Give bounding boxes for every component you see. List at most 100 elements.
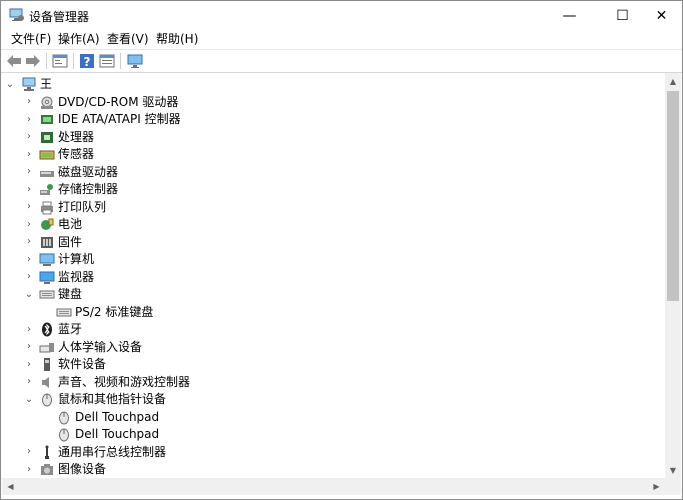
vertical-scrollbar[interactable]: ▲ ▼ — [665, 73, 681, 478]
computer-root-icon — [22, 77, 36, 91]
expand-chevron-icon[interactable]: › — [23, 341, 35, 353]
minimize-button[interactable]: — — [547, 1, 592, 31]
sensor-icon — [39, 150, 55, 160]
speaker-icon — [42, 376, 49, 388]
expand-chevron-icon[interactable]: › — [23, 446, 35, 458]
dvd-icon — [41, 96, 53, 109]
processor-icon — [41, 131, 53, 143]
menu-file[interactable]: 文件(F) — [9, 31, 53, 48]
device-manager-app-icon — [9, 8, 24, 21]
mouse-icon — [42, 393, 52, 407]
tree-item-label: 软件设备 — [58, 357, 107, 371]
tree-item[interactable]: › 存储控制器 — [2, 181, 662, 198]
help-icon[interactable]: ? — [78, 52, 96, 70]
svg-text:?: ? — [84, 55, 91, 69]
back-icon[interactable] — [5, 52, 23, 70]
tree-item[interactable]: › DVD/CD-ROM 驱动器 — [2, 94, 662, 111]
expand-chevron-icon[interactable]: › — [23, 166, 35, 178]
tree-item[interactable]: › 监视器 — [2, 269, 662, 286]
properties-icon[interactable] — [51, 52, 69, 70]
tree-item-label: 蓝牙 — [58, 322, 83, 336]
tree-item-label: 电池 — [58, 217, 83, 231]
tree-item-label: 监视器 — [58, 269, 95, 284]
menu-action[interactable]: 操作(A) — [56, 31, 102, 48]
vertical-scroll-thumb[interactable] — [667, 91, 679, 301]
collapse-chevron-icon[interactable]: ⌄ — [23, 288, 35, 300]
tree-item[interactable]: ⌄ 键盘 — [2, 286, 662, 303]
expand-chevron-icon[interactable]: › — [23, 96, 35, 108]
forward-icon[interactable] — [24, 52, 42, 70]
tree-item[interactable]: › 软件设备 — [2, 356, 662, 373]
firmware-icon — [41, 236, 53, 248]
details-icon[interactable] — [98, 52, 116, 70]
monitor-icon[interactable] — [126, 52, 144, 70]
tree-item-label: 图像设备 — [58, 462, 107, 476]
tree-item[interactable]: › 打印队列 — [2, 199, 662, 216]
tree-child-item[interactable]: Dell Touchpad — [2, 409, 662, 426]
toolbar-separator — [120, 53, 121, 69]
tree-item[interactable]: › 传感器 — [2, 146, 662, 163]
tree-item[interactable]: › 计算机 — [2, 251, 662, 268]
battery-icon — [41, 218, 54, 230]
tree-item-label: 通用串行总线控制器 — [58, 444, 167, 459]
tree-item[interactable]: › 图像设备 — [2, 461, 662, 477]
expand-chevron-icon[interactable]: › — [23, 463, 35, 475]
expand-chevron-icon[interactable]: › — [23, 323, 35, 335]
tree-root[interactable]: ⌄ 王 — [2, 76, 662, 93]
tree-item[interactable]: › 人体学输入设备 — [2, 339, 662, 356]
scroll-down-arrow-icon[interactable]: ▼ — [665, 462, 681, 478]
tree-item[interactable]: › 通用串行总线控制器 — [2, 444, 662, 461]
expand-chevron-icon[interactable]: › — [23, 113, 35, 125]
tree-item-label: 存储控制器 — [58, 182, 119, 196]
tree-item-label: IDE ATA/ATAPI 控制器 — [58, 112, 181, 126]
tree-item[interactable]: › 处理器 — [2, 129, 662, 146]
keyboard-icon — [39, 290, 55, 299]
tree-item[interactable]: › 磁盘驱动器 — [2, 164, 662, 181]
scrollbar-corner — [665, 478, 681, 495]
tree-item-label: Dell Touchpad — [75, 427, 160, 441]
expand-chevron-icon[interactable]: › — [23, 183, 35, 195]
scroll-right-arrow-icon[interactable]: ▶ — [648, 478, 665, 495]
scroll-up-arrow-icon[interactable]: ▲ — [665, 73, 681, 89]
expand-chevron-icon[interactable]: › — [23, 131, 35, 143]
tree-item[interactable]: › 蓝牙 — [2, 321, 662, 338]
expand-chevron-icon[interactable]: › — [23, 253, 35, 265]
ide-controller-icon — [41, 115, 53, 124]
scroll-left-arrow-icon[interactable]: ◀ — [2, 478, 19, 495]
expand-chevron-icon[interactable]: › — [23, 376, 35, 388]
device-manager-window: 设备管理器 — ☐ ✕ 文件(F) 操作(A) 查看(V) 帮助(H) ? ⌄ … — [0, 0, 683, 500]
keyboard-icon — [56, 308, 72, 316]
tree-item[interactable]: › IDE ATA/ATAPI 控制器 — [2, 111, 662, 128]
tree-item[interactable]: ⌄ 鼠标和其他指针设备 — [2, 391, 662, 408]
tree-item-label: 打印队列 — [58, 199, 107, 214]
expand-chevron-icon[interactable]: › — [23, 271, 35, 283]
tree-item[interactable]: › 声音、视频和游戏控制器 — [2, 374, 662, 391]
expand-chevron-icon[interactable]: › — [23, 236, 35, 248]
title-bar: 设备管理器 — ☐ ✕ — [1, 1, 682, 31]
tree-item-label: 键盘 — [58, 287, 83, 301]
menu-help[interactable]: 帮助(H) — [154, 31, 200, 48]
horizontal-scrollbar[interactable]: ◀ ▶ — [2, 478, 665, 495]
close-button[interactable]: ✕ — [639, 1, 683, 31]
tree-item[interactable]: › 固件 — [2, 234, 662, 251]
window-title: 设备管理器 — [29, 10, 90, 24]
tree-item-label: DVD/CD-ROM 驱动器 — [58, 94, 179, 109]
tree-item-label: 处理器 — [58, 129, 95, 144]
tree-child-item[interactable]: PS/2 标准键盘 — [2, 304, 662, 321]
tree-item-label: 传感器 — [58, 147, 95, 161]
tree-item-label: PS/2 标准键盘 — [75, 304, 154, 319]
expand-chevron-icon[interactable]: › — [23, 148, 35, 160]
expand-chevron-icon[interactable]: › — [23, 218, 35, 230]
toolbar-separator — [46, 53, 47, 69]
tree-item-label: 声音、视频和游戏控制器 — [58, 374, 191, 389]
tree-item[interactable]: › 电池 — [2, 216, 662, 233]
expand-chevron-icon[interactable]: › — [23, 201, 35, 213]
tree-child-item[interactable]: Dell Touchpad — [2, 426, 662, 443]
camera-icon — [41, 464, 53, 475]
collapse-chevron-icon[interactable]: ⌄ — [4, 78, 16, 90]
tree-item-label: 鼠标和其他指针设备 — [58, 392, 167, 406]
tree-item-label: Dell Touchpad — [75, 409, 160, 424]
expand-chevron-icon[interactable]: › — [23, 358, 35, 370]
menu-view[interactable]: 查看(V) — [105, 31, 151, 48]
collapse-chevron-icon[interactable]: ⌄ — [23, 393, 35, 405]
